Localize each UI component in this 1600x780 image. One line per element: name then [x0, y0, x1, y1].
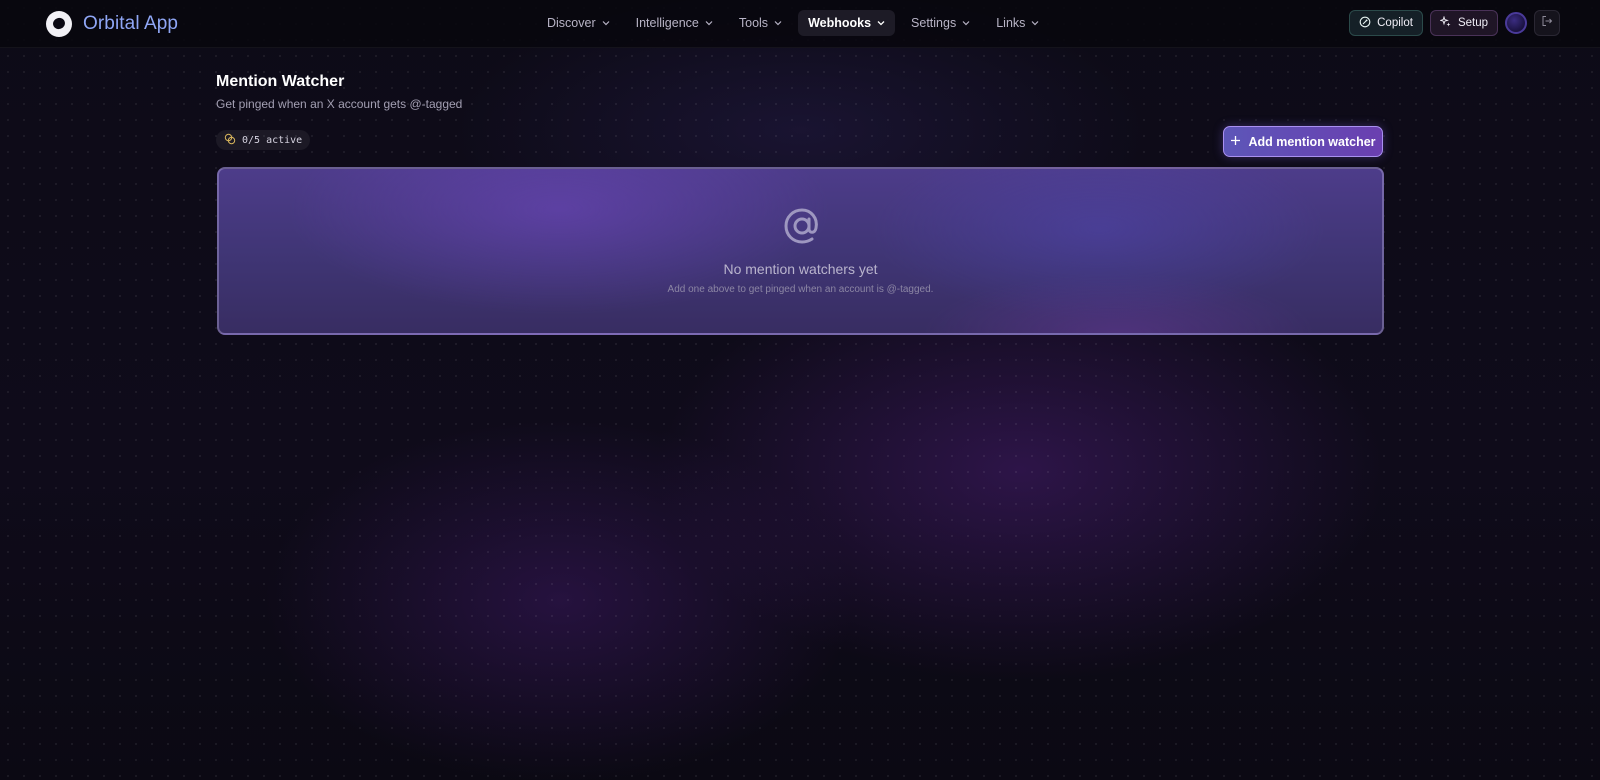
app-name: Orbital App: [83, 13, 179, 34]
nav-item-tools[interactable]: Tools: [729, 10, 792, 36]
header-actions: Copilot Setup: [1349, 10, 1560, 36]
nav-item-webhooks[interactable]: Webhooks: [798, 10, 896, 36]
add-mention-watcher-button[interactable]: Add mention watcher: [1223, 126, 1383, 157]
user-avatar[interactable]: [1505, 12, 1527, 34]
chevron-down-icon: [1031, 19, 1039, 27]
nav-item-label: Links: [996, 16, 1026, 30]
orbital-logo-icon: [46, 11, 72, 37]
top-navigation-bar: Orbital App Discover Intelligence Tools …: [0, 0, 1600, 48]
logout-icon: [1541, 14, 1553, 32]
nav-item-intelligence[interactable]: Intelligence: [626, 10, 723, 36]
chevron-down-icon: [705, 19, 713, 27]
nav-item-label: Settings: [911, 16, 957, 30]
at-sign-icon: [782, 206, 822, 246]
nav-item-label: Discover: [547, 16, 596, 30]
active-count-text: 0/5 active: [242, 134, 303, 146]
brand-home-link[interactable]: Orbital App: [46, 10, 178, 38]
empty-state-card: No mention watchers yet Add one above to…: [217, 167, 1384, 335]
main-nav: Discover Intelligence Tools Webhooks Set…: [537, 10, 1049, 36]
nav-item-label: Webhooks: [808, 16, 872, 30]
coins-icon: [224, 133, 236, 148]
sparkles-icon: [1439, 14, 1452, 31]
empty-state-title: No mention watchers yet: [723, 261, 878, 277]
copilot-button[interactable]: Copilot: [1349, 10, 1423, 36]
empty-state-description: Add one above to get pinged when an acco…: [667, 284, 934, 295]
nav-item-links[interactable]: Links: [986, 10, 1049, 36]
copilot-label: Copilot: [1377, 17, 1413, 29]
page-subtitle: Get pinged when an X account gets @-tagg…: [216, 97, 463, 111]
nav-item-label: Intelligence: [635, 16, 699, 30]
page-title: Mention Watcher: [216, 73, 345, 90]
logout-button[interactable]: [1534, 10, 1560, 36]
copilot-icon: [1359, 16, 1371, 31]
chevron-down-icon: [962, 19, 970, 27]
chevron-down-icon: [877, 19, 885, 27]
nav-item-label: Tools: [738, 16, 769, 30]
add-button-label: Add mention watcher: [1248, 134, 1376, 149]
nav-item-settings[interactable]: Settings: [901, 10, 980, 36]
active-count-badge: 0/5 active: [216, 130, 311, 150]
nav-item-discover[interactable]: Discover: [537, 10, 620, 36]
setup-button[interactable]: Setup: [1429, 10, 1498, 36]
setup-label: Setup: [1457, 17, 1488, 29]
chevron-down-icon: [774, 19, 782, 27]
dot-grid-background: [0, 0, 1600, 780]
plus-icon: [1230, 135, 1241, 149]
chevron-down-icon: [602, 19, 610, 27]
